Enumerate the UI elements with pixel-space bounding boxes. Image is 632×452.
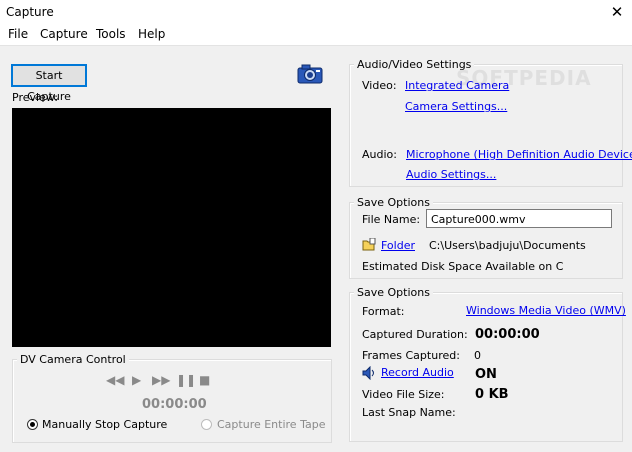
file-name-label: File Name: xyxy=(362,213,421,226)
record-audio-status: ON xyxy=(475,367,497,382)
entire-tape-label[interactable]: Capture Entire Tape xyxy=(217,418,325,431)
video-label: Video: xyxy=(362,79,397,92)
format-label: Format: xyxy=(362,305,405,318)
menu-help[interactable]: Help xyxy=(138,27,165,41)
frames-label: Frames Captured: xyxy=(362,349,460,362)
menu-tools[interactable]: Tools xyxy=(96,27,126,41)
frames-value: 0 xyxy=(474,349,481,362)
file-size-value: 0 KB xyxy=(475,387,509,402)
record-audio-link[interactable]: Record Audio xyxy=(381,366,454,379)
preview-label: Preview: xyxy=(12,91,58,104)
menu-capture[interactable]: Capture xyxy=(40,27,88,41)
menu-file[interactable]: File xyxy=(8,27,28,41)
audio-label: Audio: xyxy=(362,148,397,161)
title-bar xyxy=(0,0,632,25)
close-button[interactable]: ✕ xyxy=(604,1,630,24)
dv-group-title: DV Camera Control xyxy=(17,353,129,366)
watermark: SOFTPEDIA xyxy=(456,66,592,90)
window-title: Capture xyxy=(6,5,54,19)
play-button[interactable]: ▶ xyxy=(132,373,141,387)
save-options-title-1: Save Options xyxy=(354,196,433,209)
pause-button[interactable]: ❚❚ xyxy=(176,373,196,387)
dv-time-display: 00:00:00 xyxy=(142,397,207,412)
format-link[interactable]: Windows Media Video (WMV) xyxy=(466,304,626,317)
audio-device-link[interactable]: Microphone (High Definition Audio Device… xyxy=(406,148,632,161)
disk-space-text: Estimated Disk Space Available on C xyxy=(362,260,564,273)
fast-forward-button[interactable]: ▶▶ xyxy=(152,373,170,387)
menu-bar xyxy=(0,25,632,46)
rewind-button[interactable]: ◀◀ xyxy=(106,373,124,387)
last-snap-label: Last Snap Name: xyxy=(362,406,456,419)
start-capture-button[interactable]: Start Capture xyxy=(11,64,87,103)
folder-path: C:\Users\badjuju\Documents xyxy=(429,239,586,252)
camera-settings-link[interactable]: Camera Settings... xyxy=(405,100,507,113)
duration-value: 00:00:00 xyxy=(475,327,540,342)
audio-settings-link[interactable]: Audio Settings... xyxy=(406,168,496,181)
file-name-input[interactable]: Capture000.wmv xyxy=(426,209,612,228)
manual-stop-label[interactable]: Manually Stop Capture xyxy=(42,418,167,431)
folder-link[interactable]: Folder xyxy=(381,239,415,252)
stop-button[interactable]: ■ xyxy=(199,373,210,387)
duration-label: Captured Duration: xyxy=(362,328,468,341)
save-options-title-2: Save Options xyxy=(354,286,433,299)
speaker-icon xyxy=(362,365,376,381)
manual-stop-radio[interactable] xyxy=(27,419,38,430)
entire-tape-radio[interactable] xyxy=(201,419,212,430)
file-size-label: Video File Size: xyxy=(362,388,445,401)
video-preview xyxy=(12,108,331,347)
folder-icon xyxy=(362,237,376,251)
camera-icon[interactable] xyxy=(296,62,324,84)
